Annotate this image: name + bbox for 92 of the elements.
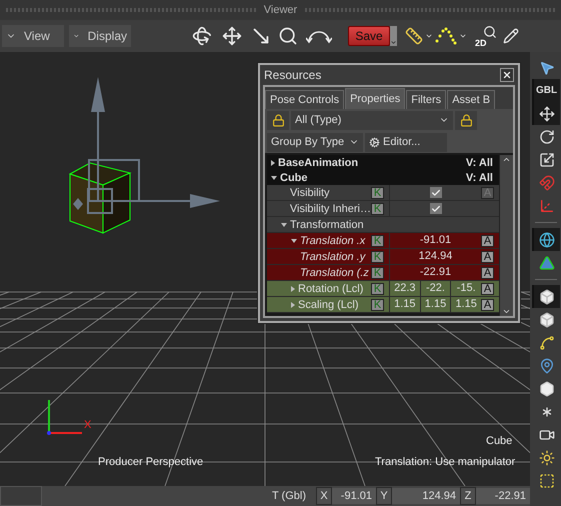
coordinate-field[interactable]: 124.94 [392, 488, 460, 504]
zoom-2d-button[interactable]: 2D [475, 23, 497, 49]
value-cell[interactable]: 1.15 [420, 297, 450, 312]
tab[interactable]: Properties [345, 88, 406, 109]
tool-button[interactable] [532, 285, 560, 308]
selection-label: Cube [486, 435, 512, 447]
coordinate-field[interactable]: -22.91 [476, 488, 530, 504]
tree-row[interactable]: Cube V: All [267, 170, 499, 185]
gear-icon [369, 136, 380, 148]
tab[interactable]: Asset B [447, 90, 496, 109]
type-filter-dropdown[interactable]: All (Type) [291, 110, 453, 130]
cube-icon [538, 312, 554, 328]
pin-icon [538, 358, 554, 374]
expand-arrow-icon[interactable] [291, 238, 297, 242]
property-row[interactable]: Visibility Inheri… K [267, 201, 499, 217]
sun-icon [538, 450, 554, 466]
cube-icon [538, 288, 554, 304]
editor-button[interactable]: Editor... [365, 132, 447, 152]
group-name: Transformation [290, 218, 364, 230]
scrollbar[interactable] [499, 155, 513, 316]
move-icon [538, 106, 554, 122]
save-button[interactable]: Save [348, 26, 390, 46]
expand-arrow-icon[interactable] [271, 160, 275, 166]
object-name: BaseAnimation [278, 156, 358, 168]
tab[interactable]: Pose Controls [265, 90, 344, 109]
property-name: Visibility Inheri… [290, 202, 371, 214]
property-row[interactable]: Translation .y K 124.94 A [267, 249, 499, 265]
axis-tag: Y [376, 487, 392, 505]
tool-button[interactable] [532, 228, 560, 251]
expand-arrow-icon[interactable] [271, 176, 277, 180]
tool-button[interactable] [532, 102, 560, 125]
axis-tag: X [316, 487, 332, 505]
value-cell[interactable]: 1.15 [389, 297, 420, 312]
menu-dropdown[interactable]: Display [69, 25, 131, 47]
group-by-dropdown[interactable]: Group By Type [267, 132, 363, 152]
expand-arrow-icon[interactable] [281, 222, 287, 226]
lock-icon[interactable] [267, 110, 289, 130]
caret-icon[interactable] [390, 26, 397, 46]
triangle-icon [538, 254, 554, 270]
checkbox[interactable] [430, 203, 442, 214]
axis-tag: Z [460, 487, 476, 505]
hexagon-icon [538, 380, 554, 396]
animate-button[interactable]: A [481, 234, 494, 246]
property-name: Translation .x [300, 234, 366, 246]
tree-row[interactable]: BaseAnimation V: All [267, 155, 499, 170]
axis-drawing [47, 400, 82, 435]
animate-button[interactable]: A [481, 266, 494, 278]
value-cell[interactable]: 22.3 [389, 281, 420, 296]
window-title: Viewer [264, 4, 298, 16]
animate-button[interactable]: A [481, 250, 494, 262]
lock-icon[interactable] [455, 110, 477, 130]
axis-label: X [84, 419, 92, 431]
close-icon [502, 70, 512, 80]
scroll-up-icon [502, 155, 511, 164]
status-field[interactable] [0, 486, 42, 506]
scale-icon [538, 152, 554, 168]
coordinate-field[interactable]: -91.01 [332, 488, 376, 504]
object-name: Cube [280, 172, 308, 184]
checkbox[interactable] [430, 187, 442, 198]
property-name: Translation .y [300, 250, 366, 262]
magnet-icon [538, 174, 554, 190]
close-button[interactable] [500, 68, 514, 82]
property-row[interactable]: Rotation (Lcl) K 22.3 -22. -15. A [267, 281, 499, 297]
visibility-filter: V: All [466, 172, 493, 184]
property-row[interactable]: Scaling (Lcl) K 1.15 1.15 1.15 A [267, 297, 499, 313]
camera-label: Producer Perspective [98, 456, 204, 468]
property-name: Rotation (Lcl) [298, 282, 364, 294]
property-row[interactable]: Translation (.z K -22.91 A [267, 265, 499, 281]
animate-button[interactable]: A [481, 282, 494, 294]
menu-dropdown[interactable]: View [2, 25, 64, 47]
hint-text: Translation: Use manipulator [375, 456, 516, 468]
visibility-filter: V: All [466, 156, 493, 168]
cube-drawing [68, 162, 132, 234]
scroll-down-icon [502, 307, 511, 316]
square-icon [538, 472, 554, 488]
animate-button[interactable]: A [481, 298, 494, 310]
curve-icon [538, 334, 554, 350]
transform-label: T (Gbl) [272, 490, 306, 502]
property-name: Translation (.z [300, 266, 369, 278]
property-row[interactable]: Translation .x K -91.01 A [267, 233, 499, 249]
magnifier-icon [483, 25, 497, 39]
space-button[interactable]: GBL [532, 79, 560, 102]
group-row[interactable]: Transformation [267, 217, 499, 233]
tab[interactable]: Filters [406, 90, 446, 109]
property-name: Visibility [290, 186, 330, 198]
panel-title: Resources [264, 68, 322, 82]
pointer-icon [538, 60, 554, 76]
value-cell[interactable]: -22. [420, 281, 450, 296]
rotate-icon [538, 128, 554, 144]
globe-icon [538, 232, 554, 248]
property-name: Scaling (Lcl) [298, 298, 359, 310]
axis-icon [538, 198, 554, 214]
